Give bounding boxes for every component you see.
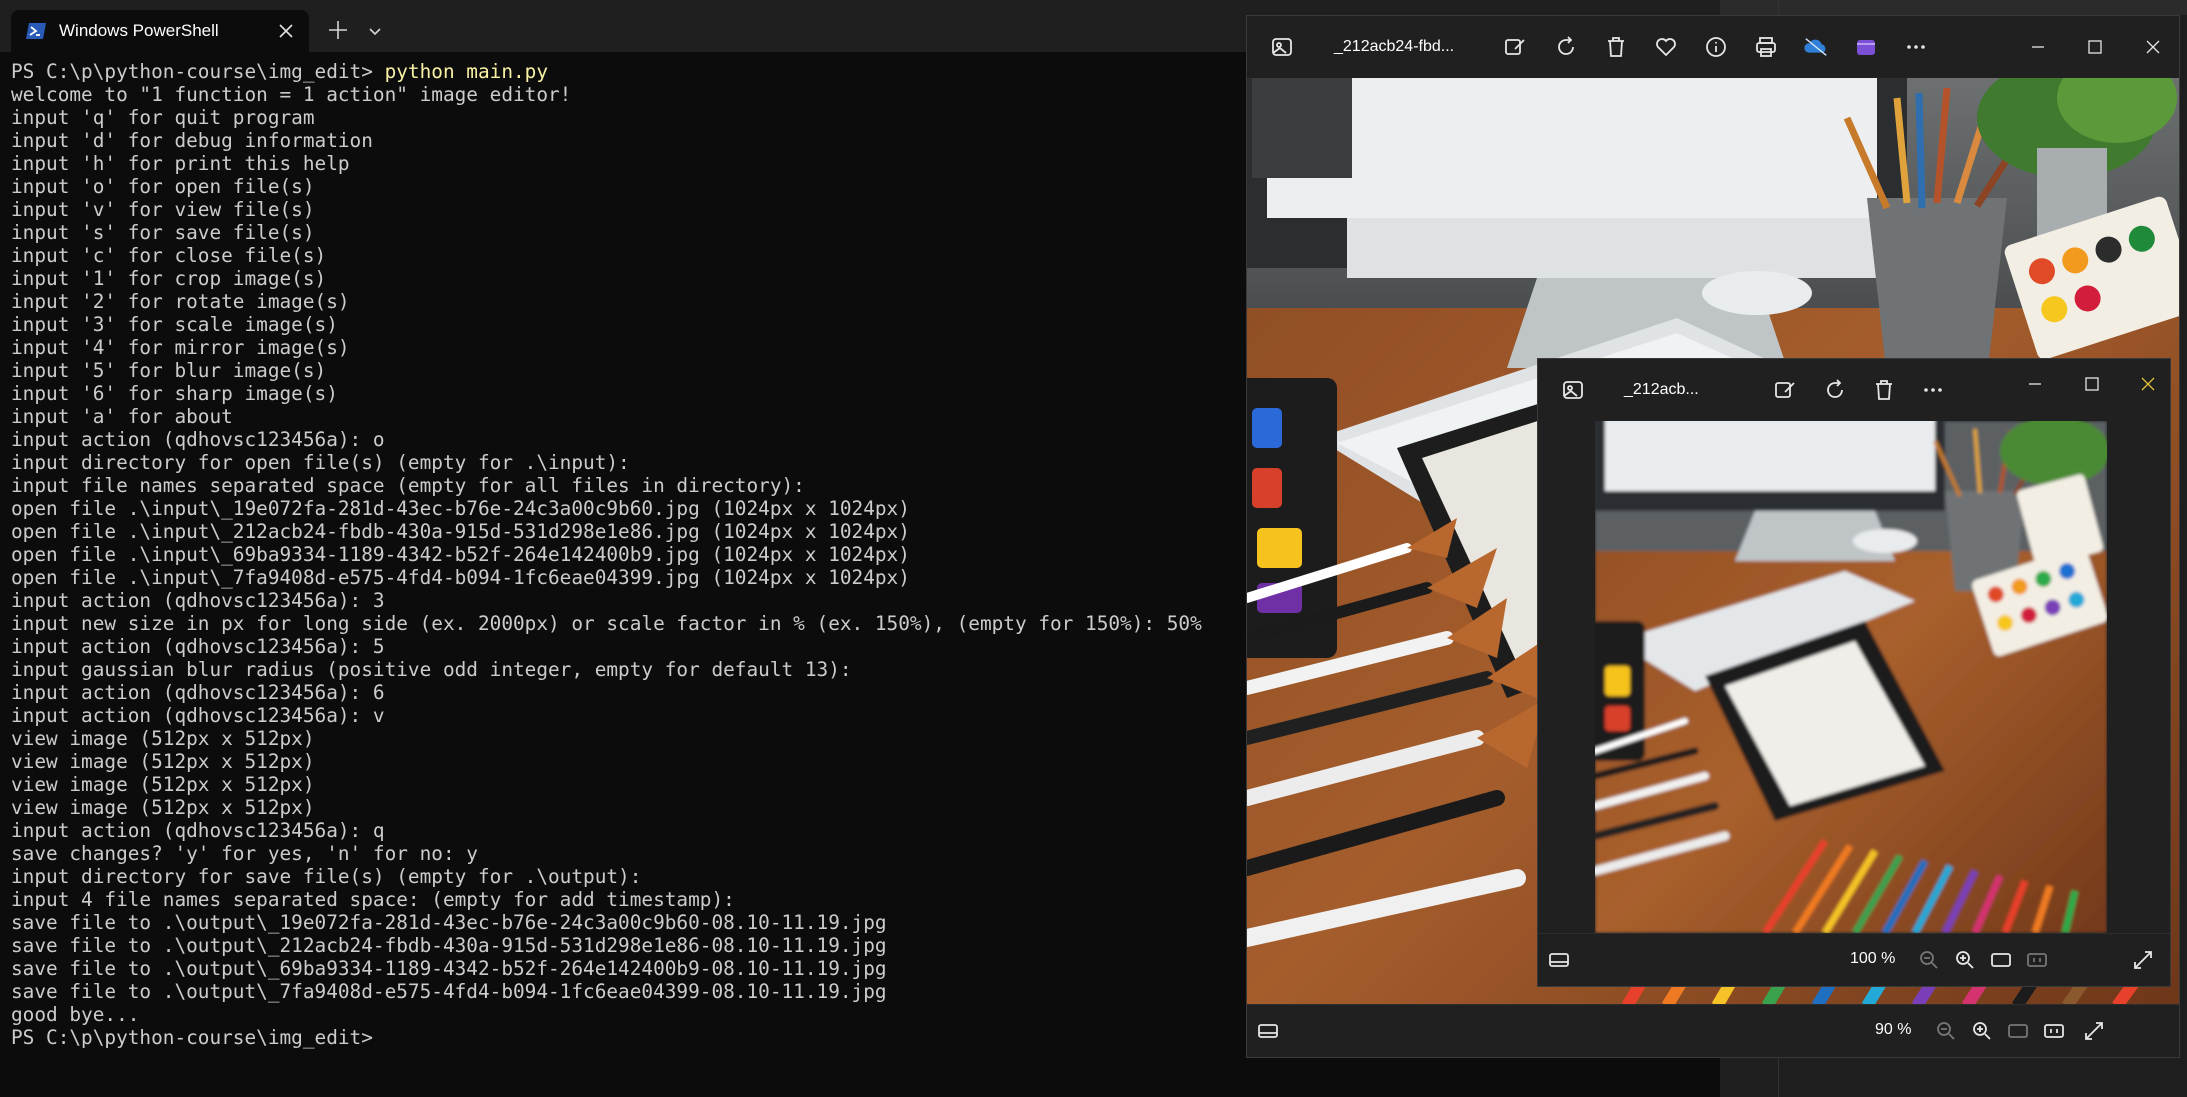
console-output[interactable]: PS C:\p\python-course\img_edit> python m… bbox=[11, 60, 1241, 1049]
minimize-icon[interactable] bbox=[2022, 371, 2048, 397]
photo-viewer-small: _212acb... 100 % bbox=[1537, 358, 2171, 987]
maximize-icon[interactable] bbox=[2082, 34, 2108, 60]
zoom-out-icon[interactable] bbox=[1916, 947, 1942, 973]
file-name: _212acb24-fbd... bbox=[1334, 38, 1455, 55]
chevron-down-icon[interactable] bbox=[364, 20, 386, 42]
maximize-icon[interactable] bbox=[2079, 371, 2105, 397]
more-icon[interactable] bbox=[1903, 34, 1929, 60]
filmstrip-icon[interactable] bbox=[1255, 1018, 1281, 1044]
minimize-icon[interactable] bbox=[2025, 34, 2051, 60]
close-icon[interactable] bbox=[2135, 371, 2161, 397]
final-prompt: PS C:\p\python-course\img_edit> bbox=[11, 1026, 373, 1049]
fit-icon[interactable] bbox=[2005, 1018, 2031, 1044]
edit-icon[interactable] bbox=[1772, 377, 1798, 403]
prompt: PS C:\p\python-course\img_edit> bbox=[11, 60, 385, 83]
gallery-icon[interactable] bbox=[1269, 34, 1295, 60]
file-name: _212acb... bbox=[1624, 381, 1699, 398]
tab-title: Windows PowerShell bbox=[59, 21, 219, 40]
zoom-in-icon[interactable] bbox=[1952, 947, 1978, 973]
rotate-icon[interactable] bbox=[1553, 34, 1579, 60]
rotate-icon[interactable] bbox=[1822, 377, 1848, 403]
fit-icon[interactable] bbox=[1988, 947, 2014, 973]
status-bar: 90 % bbox=[1247, 1004, 2179, 1057]
program-output: welcome to "1 function = 1 action" image… bbox=[11, 83, 1202, 1026]
info-icon[interactable] bbox=[1703, 34, 1729, 60]
powershell-icon bbox=[26, 23, 46, 39]
actual-size-icon[interactable] bbox=[2024, 947, 2050, 973]
gallery-icon[interactable] bbox=[1560, 377, 1586, 403]
photo-small bbox=[1595, 421, 2107, 933]
fullscreen-icon[interactable] bbox=[2081, 1018, 2107, 1044]
filmstrip-icon[interactable] bbox=[1546, 947, 1572, 973]
plus-icon[interactable] bbox=[325, 17, 351, 43]
zoom-level: 100 % bbox=[1850, 950, 1896, 967]
viewer-toolbar: _212acb24-fbd... bbox=[1247, 16, 2179, 78]
clipchamp-icon[interactable] bbox=[1853, 34, 1879, 60]
fullscreen-icon[interactable] bbox=[2130, 947, 2156, 973]
background-window-titlebar bbox=[1720, 0, 2187, 15]
onedrive-icon[interactable] bbox=[1803, 34, 1829, 60]
close-icon[interactable] bbox=[2140, 34, 2166, 60]
tab-windows-powershell[interactable]: Windows PowerShell bbox=[11, 10, 309, 52]
zoom-level: 90 % bbox=[1875, 1021, 1912, 1038]
close-icon[interactable] bbox=[273, 18, 299, 44]
zoom-out-icon[interactable] bbox=[1933, 1018, 1959, 1044]
zoom-in-icon[interactable] bbox=[1969, 1018, 1995, 1044]
more-icon[interactable] bbox=[1920, 377, 1946, 403]
viewer-toolbar: _212acb... bbox=[1538, 359, 2170, 421]
favorite-icon[interactable] bbox=[1653, 34, 1679, 60]
delete-icon[interactable] bbox=[1603, 34, 1629, 60]
edit-icon[interactable] bbox=[1502, 34, 1528, 60]
delete-icon[interactable] bbox=[1871, 377, 1897, 403]
actual-size-icon[interactable] bbox=[2041, 1018, 2067, 1044]
command-text: python main.py bbox=[384, 60, 549, 83]
status-bar: 100 % bbox=[1538, 933, 2170, 986]
print-icon[interactable] bbox=[1753, 34, 1779, 60]
